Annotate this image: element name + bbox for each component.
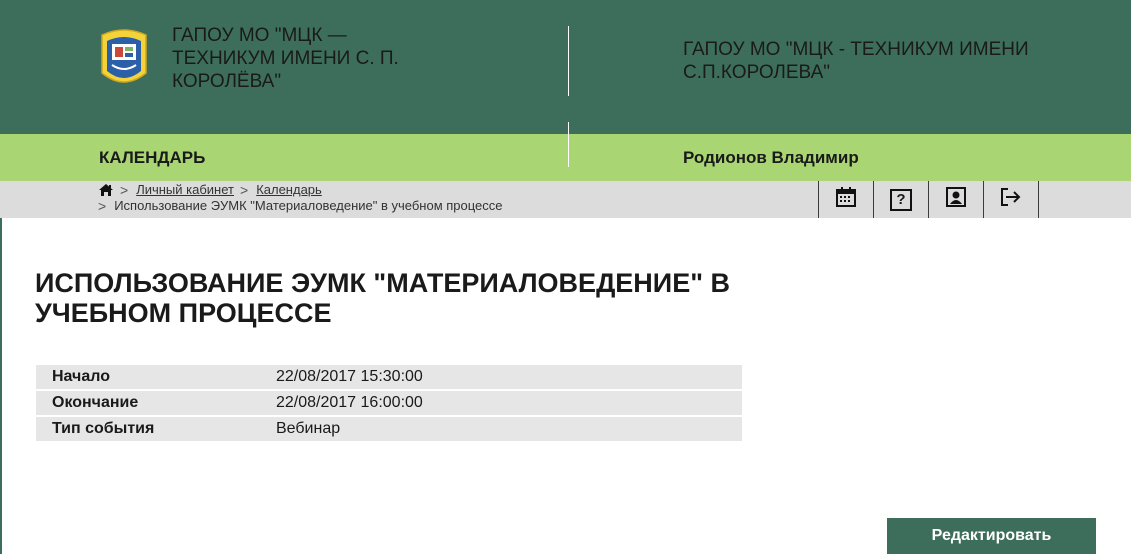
section-divider <box>568 122 569 167</box>
chevron-right-icon: > <box>240 182 249 198</box>
user-name[interactable]: Родионов Владимир <box>683 134 859 181</box>
breadcrumb: > Личный кабинет > Календарь > Использов… <box>98 182 503 214</box>
calendar-button[interactable] <box>818 181 873 218</box>
header-divider <box>568 26 569 96</box>
help-button[interactable]: ? <box>873 181 928 218</box>
college-logo[interactable] <box>98 27 150 89</box>
event-details-table: Начало 22/08/2017 15:30:00 Окончание 22/… <box>36 363 742 443</box>
profile-icon <box>946 187 966 212</box>
table-row: Тип события Вебинар <box>36 417 742 441</box>
chevron-right-icon: > <box>98 198 107 214</box>
toolbar: ? <box>818 181 1039 218</box>
breadcrumb-current: Использование ЭУМК "Материаловедение" в … <box>114 198 503 213</box>
section-title: КАЛЕНДАРЬ <box>99 148 206 167</box>
table-row: Окончание 22/08/2017 16:00:00 <box>36 391 742 415</box>
logout-icon <box>1000 187 1022 212</box>
edit-button[interactable]: Редактировать <box>887 518 1096 554</box>
home-icon[interactable] <box>98 183 114 197</box>
calendar-icon <box>835 186 857 213</box>
field-label: Окончание <box>36 391 256 415</box>
field-label: Начало <box>36 365 256 389</box>
page-title: ИСПОЛЬЗОВАНИЕ ЭУМК "МАТЕРИАЛОВЕДЕНИЕ" В … <box>35 268 731 328</box>
table-row: Начало 22/08/2017 15:30:00 <box>36 365 742 389</box>
breadcrumb-link-calendar[interactable]: Календарь <box>256 182 322 198</box>
org-name-left: ГАПОУ МО "МЦК — ТЕХНИКУМ ИМЕНИ С. П. КОР… <box>172 25 399 92</box>
field-value: 22/08/2017 16:00:00 <box>256 391 742 415</box>
breadcrumb-link-cabinet[interactable]: Личный кабинет <box>136 182 234 198</box>
chevron-right-icon: > <box>120 182 129 198</box>
help-icon: ? <box>890 188 912 211</box>
field-value: Вебинар <box>256 417 742 441</box>
logout-button[interactable] <box>983 181 1039 218</box>
profile-button[interactable] <box>928 181 983 218</box>
org-name-right: ГАПОУ МО "МЦК - ТЕХНИКУМ ИМЕНИ С.П.КОРОЛ… <box>683 39 1029 83</box>
field-label: Тип события <box>36 417 256 441</box>
field-value: 22/08/2017 15:30:00 <box>256 365 742 389</box>
